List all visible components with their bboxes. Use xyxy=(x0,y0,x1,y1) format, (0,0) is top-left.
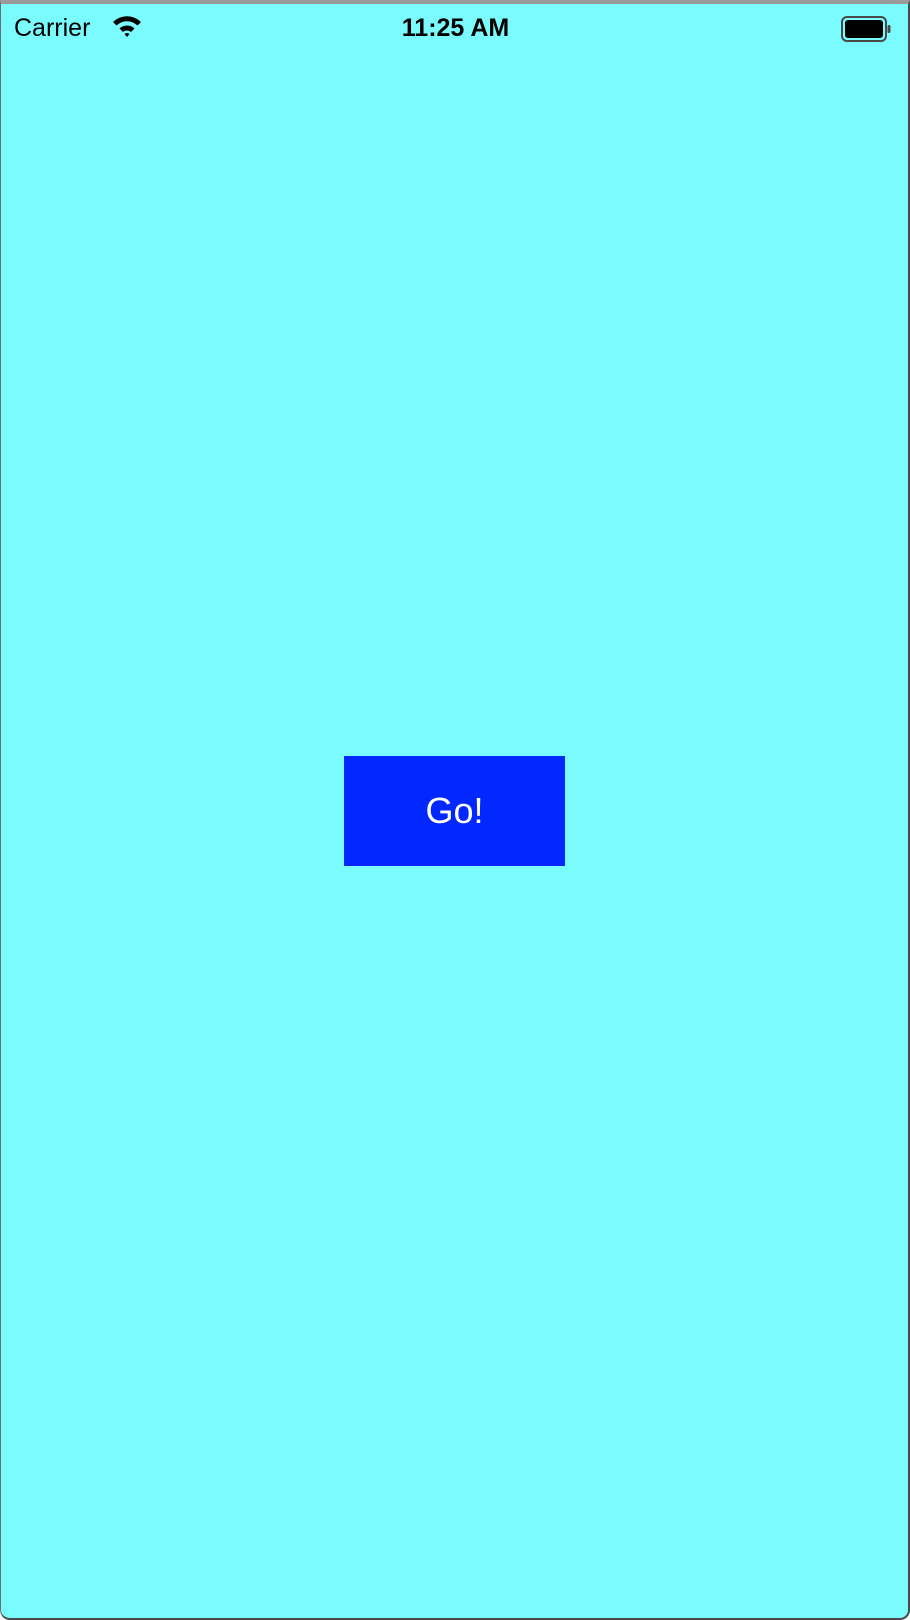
go-button[interactable]: Go! xyxy=(344,756,565,866)
battery-icon xyxy=(841,16,891,42)
clock-time: 11:25 AM xyxy=(401,14,510,42)
phone-screen: Carrier 11:25 AM Go! xyxy=(0,0,910,1620)
status-bar: Carrier 11:25 AM xyxy=(1,4,908,52)
